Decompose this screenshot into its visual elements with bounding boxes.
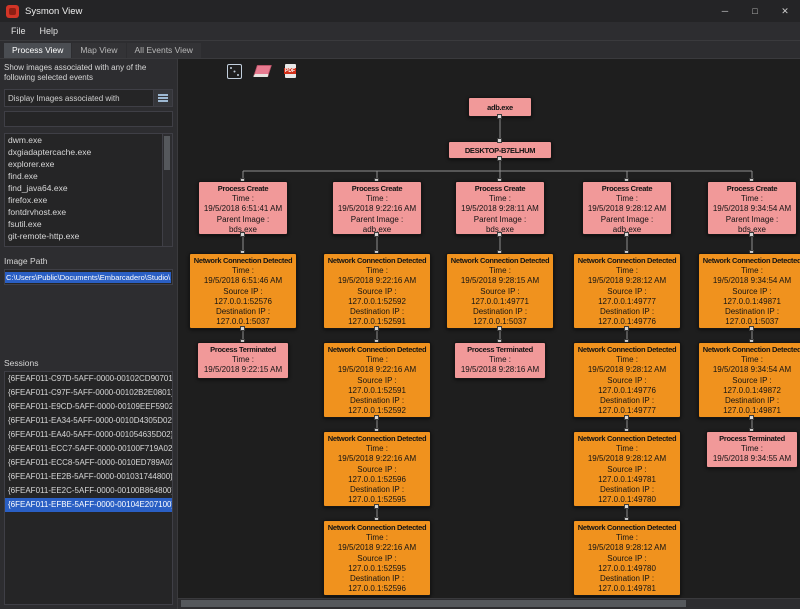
tab-process-view[interactable]: Process View [4,43,72,58]
image-list-item[interactable]: git-remote-http.exe [5,230,172,242]
connector-handle [497,114,502,119]
image-list-item[interactable]: find_java64.exe [5,182,172,194]
image-list-item[interactable]: explorer.exe [5,158,172,170]
connector-handle [624,326,629,331]
connector-handle [749,415,754,420]
image-list-item[interactable]: firefox.exe [5,194,172,206]
images-list-scrollbar[interactable] [162,134,172,246]
sessions-listbox[interactable]: {6FEAF011-C97D-5AFF-0000-00102CD90701} {6… [4,371,173,605]
app-icon [6,4,19,18]
images-listbox[interactable]: dwm.exe dxgiadaptercache.exe explorer.exe f… [4,133,173,247]
process-create-node[interactable]: Process Create Time :19/5/2018 9:28:12 AM… [582,181,672,235]
image-path-value: C:\Users\Public\Documents\Embarcadero\St… [5,271,172,283]
sessions-label: Sessions [4,358,39,368]
process-terminated-node[interactable]: Process Terminated Time :19/5/2018 9:28:1… [454,342,546,379]
session-list-item[interactable]: {6FEAF011-E9CD-5AFF-0000-00109EEF5902} [5,400,172,414]
network-connection-node[interactable]: Network Connection Detected Time :19/5/20… [446,253,554,329]
session-list-item[interactable]: {6FEAF011-ECC7-5AFF-0000-00100F719A02} [5,442,172,456]
process-terminated-node[interactable]: Process Terminated Time :19/5/2018 9:34:5… [706,431,798,468]
process-terminated-node[interactable]: Process Terminated Time :19/5/2018 9:22:1… [197,342,289,379]
display-images-combo[interactable]: Display Images associated with [4,89,173,107]
image-path-label: Image Path [4,256,48,266]
tab-map-view[interactable]: Map View [72,43,126,58]
titlebar: Sysmon View ─ □ ✕ [0,0,800,22]
image-filter-input[interactable] [4,111,173,127]
connector-handle [749,326,754,331]
connector-handle [624,415,629,420]
connector-handle [374,326,379,331]
process-create-node[interactable]: Process Create Time :19/5/2018 9:22:16 AM… [332,181,422,235]
session-list-item[interactable]: {6FEAF011-ECC8-5AFF-0000-0010ED789A02} [5,456,172,470]
minimize-button[interactable]: ─ [710,0,740,22]
session-list-item[interactable]: {6FEAF011-EFBE-5AFF-0000-00104E207100} [5,498,172,512]
connector-handle [497,138,502,143]
menu-file[interactable]: File [4,24,33,38]
diagram-toolbar: PDF [226,63,298,79]
tabbar: Process View Map View All Events View [0,41,800,59]
tab-all-events-view[interactable]: All Events View [126,43,201,58]
network-connection-node[interactable]: Network Connection Detected Time :19/5/20… [323,342,431,418]
session-list-item[interactable]: {6FEAF011-C97D-5AFF-0000-00102CD90701} [5,372,172,386]
session-list-item[interactable]: {6FEAF011-EE2C-5AFF-0000-00100B864800} [5,484,172,498]
process-view-canvas[interactable]: PDF adb.exe DESKTOP-B7ELHUM Process Create… [178,59,800,609]
display-images-combo-label[interactable]: Display Images associated with [4,89,154,107]
network-connection-node[interactable]: Network Connection Detected Time :19/5/20… [573,253,681,329]
session-list-item[interactable]: {6FEAF011-EE2B-5AFF-0000-001031744800} [5,470,172,484]
select-events-button[interactable] [154,89,173,107]
connector-handle [497,326,502,331]
image-list-item[interactable]: fontdrvhost.exe [5,206,172,218]
dice-icon[interactable] [226,63,242,79]
image-list-item[interactable]: fsutil.exe [5,218,172,230]
network-connection-node[interactable]: Network Connection Detected Time :19/5/20… [698,342,800,418]
network-connection-node[interactable]: Network Connection Detected Time :19/5/20… [573,520,681,596]
process-create-node[interactable]: Process Create Time :19/5/2018 6:51:41 AM… [198,181,288,235]
image-list-item[interactable]: dxgiadaptercache.exe [5,146,172,158]
connector-handle [749,232,754,237]
filter-caption: Show images associated with any of the f… [4,63,147,82]
connector-handle [240,326,245,331]
menubar: File Help [0,22,800,41]
pdf-export-icon[interactable]: PDF [282,63,298,79]
image-path-input[interactable]: C:\Users\Public\Documents\Embarcadero\St… [4,269,173,285]
connector-handle [374,504,379,509]
connector-handle [497,232,502,237]
network-connection-node[interactable]: Network Connection Detected Time :19/5/20… [323,431,431,507]
horizontal-scrollbar-thumb[interactable] [181,600,686,607]
images-list-scrollbar-thumb[interactable] [164,136,170,170]
horizontal-scrollbar[interactable] [178,598,800,609]
process-create-node[interactable]: Process Create Time :19/5/2018 9:34:54 AM… [707,181,797,235]
connector-handle [240,232,245,237]
network-connection-node[interactable]: Network Connection Detected Time :19/5/20… [323,253,431,329]
connector-handle [497,156,502,161]
process-create-node[interactable]: Process Create Time :19/5/2018 9:28:11 AM… [455,181,545,235]
network-connection-node[interactable]: Network Connection Detected Time :19/5/20… [189,253,297,329]
process-tree-diagram[interactable]: adb.exe DESKTOP-B7ELHUM Process Create Time… [178,59,800,599]
connector-handle [374,232,379,237]
connector-handle [624,232,629,237]
network-connection-node[interactable]: Network Connection Detected Time :19/5/20… [573,431,681,507]
network-connection-node[interactable]: Network Connection Detected Time :19/5/20… [573,342,681,418]
sysmon-view-window: { "window": { "title": "Sysmon View", "b… [0,0,800,609]
session-list-item[interactable]: {6FEAF011-EA34-5AFF-0000-0010D4305D02} [5,414,172,428]
session-list-item[interactable]: {6FEAF011-C97F-5AFF-0000-00102B2E0801} [5,386,172,400]
network-connection-node[interactable]: Network Connection Detected Time :19/5/20… [698,253,800,329]
image-list-item[interactable]: find.exe [5,170,172,182]
connector-handle [624,504,629,509]
image-list-item[interactable]: dwm.exe [5,134,172,146]
connector-handle [374,415,379,420]
close-button[interactable]: ✕ [770,0,800,22]
session-list-item[interactable]: {6FEAF011-EA40-5AFF-0000-001054635D02} [5,428,172,442]
menu-help[interactable]: Help [33,24,66,38]
sidebar: Show images associated with any of the f… [0,59,178,609]
event-list-icon [158,94,168,96]
maximize-button[interactable]: □ [740,0,770,22]
eraser-icon[interactable] [252,63,272,79]
connector-lines [242,117,753,520]
network-connection-node[interactable]: Network Connection Detected Time :19/5/20… [323,520,431,596]
window-title: Sysmon View [25,5,83,17]
